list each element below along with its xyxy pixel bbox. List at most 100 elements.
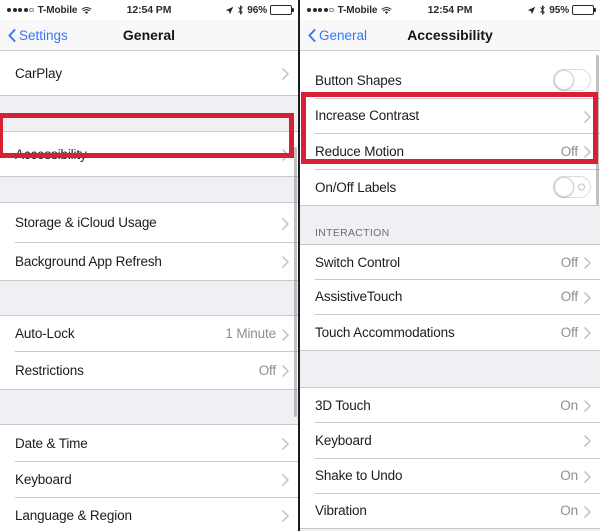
- chevron-right-icon: [584, 291, 591, 304]
- row-button-shapes[interactable]: Button Shapes: [300, 62, 600, 98]
- row-accessibility[interactable]: Accessibility: [0, 132, 298, 176]
- row-carplay[interactable]: CarPlay: [0, 51, 298, 95]
- chevron-right-icon: [584, 256, 591, 269]
- row-value: On: [560, 468, 578, 483]
- bluetooth-icon: [539, 5, 546, 15]
- row-date-time[interactable]: Date & Time: [0, 425, 298, 461]
- chevron-right-icon: [282, 437, 289, 450]
- chevron-left-icon: [8, 28, 16, 42]
- row-label: Date & Time: [15, 435, 88, 451]
- scrollbar-right[interactable]: [596, 55, 599, 205]
- row-auto-lock[interactable]: Auto-Lock 1 Minute: [0, 316, 298, 351]
- status-bar-left-cluster: T-Mobile: [7, 5, 92, 16]
- chevron-right-icon: [282, 67, 289, 80]
- bluetooth-icon: [237, 5, 244, 15]
- row-label: Shake to Undo: [315, 468, 403, 483]
- row-label: Auto-Lock: [15, 326, 75, 341]
- signal-strength-dots-icon: [307, 7, 334, 13]
- row-label: Background App Refresh: [15, 253, 162, 269]
- row-vibration[interactable]: Vibration On: [300, 493, 600, 528]
- location-arrow-icon: [527, 6, 536, 15]
- row-storage-icloud-usage[interactable]: Storage & iCloud Usage: [0, 203, 298, 242]
- row-label: Touch Accommodations: [315, 324, 455, 340]
- chevron-right-icon: [584, 470, 591, 483]
- back-button-general[interactable]: General: [308, 28, 367, 43]
- status-bar-right-cluster: 96%: [225, 5, 292, 16]
- section-gap: [0, 96, 298, 131]
- group-datetime: Date & Time Keyboard Language & Region: [0, 424, 298, 531]
- row-touch-accommodations[interactable]: Touch Accommodations Off: [300, 314, 600, 350]
- chevron-right-icon: [282, 364, 289, 377]
- row-label: Reduce Motion: [315, 143, 404, 159]
- row-3d-touch[interactable]: 3D Touch On: [300, 388, 600, 422]
- signal-strength-dots-icon: [7, 7, 34, 13]
- row-label: Increase Contrast: [315, 108, 419, 123]
- settings-list-right[interactable]: Button Shapes Increase Contrast Reduce M…: [300, 51, 600, 531]
- chevron-right-icon: [282, 328, 289, 341]
- chevron-left-icon: [308, 28, 316, 42]
- row-label: Keyboard: [15, 471, 72, 487]
- row-label: Vibration: [315, 503, 367, 518]
- chevron-right-icon: [584, 326, 591, 339]
- row-switch-control[interactable]: Switch Control Off: [300, 245, 600, 279]
- row-reduce-motion[interactable]: Reduce Motion Off: [300, 133, 600, 169]
- row-keyboard-accessibility[interactable]: Keyboard: [300, 422, 600, 458]
- toggle-on-off-labels[interactable]: [553, 176, 591, 198]
- settings-list-left[interactable]: CarPlay Accessibility Storage & iCloud U…: [0, 51, 298, 531]
- battery-icon: [572, 5, 594, 15]
- row-label: Storage & iCloud Usage: [15, 215, 157, 230]
- status-bar-right: T-Mobile 12:54 PM 95%: [300, 0, 600, 20]
- row-value: Off: [258, 362, 276, 378]
- row-label: On/Off Labels: [315, 179, 397, 195]
- section-gap: [0, 177, 298, 202]
- chevron-right-icon: [282, 473, 289, 486]
- group-carplay: CarPlay: [0, 51, 298, 96]
- row-value: Off: [560, 324, 578, 340]
- location-arrow-icon: [225, 6, 234, 15]
- row-label: CarPlay: [15, 65, 62, 81]
- row-background-app-refresh[interactable]: Background App Refresh: [0, 242, 298, 280]
- chevron-right-icon: [584, 505, 591, 518]
- section-gap: [0, 390, 298, 424]
- group-interaction: Switch Control Off AssistiveTouch Off To…: [300, 244, 600, 351]
- scrollbar-left[interactable]: [294, 147, 297, 417]
- group-accessibility: Accessibility: [0, 131, 298, 177]
- row-clipped-partial[interactable]: [300, 51, 600, 62]
- group-touch-interaction: 3D Touch On Keyboard Shake to Undo On Vi…: [300, 387, 600, 529]
- group-vision: Button Shapes Increase Contrast Reduce M…: [300, 51, 600, 206]
- row-label: Switch Control: [315, 254, 400, 270]
- wifi-icon: [81, 6, 92, 15]
- status-bar-right-cluster: 95%: [527, 5, 594, 16]
- row-on-off-labels[interactable]: On/Off Labels: [300, 169, 600, 205]
- row-keyboard[interactable]: Keyboard: [0, 461, 298, 497]
- left-phone-panel: T-Mobile 12:54 PM 96% Settings General C…: [0, 0, 298, 531]
- section-header-interaction: INTERACTION: [300, 206, 600, 244]
- row-value: On: [560, 503, 578, 518]
- row-restrictions[interactable]: Restrictions Off: [0, 351, 298, 389]
- row-label: Button Shapes: [315, 72, 402, 88]
- carrier-name: T-Mobile: [337, 4, 378, 16]
- row-label: Accessibility: [15, 146, 87, 162]
- group-storage: Storage & iCloud Usage Background App Re…: [0, 202, 298, 281]
- toggle-off-circle-icon: [578, 183, 585, 191]
- row-shake-to-undo[interactable]: Shake to Undo On: [300, 458, 600, 493]
- row-assistivetouch[interactable]: AssistiveTouch Off: [300, 279, 600, 314]
- status-bar-left: T-Mobile 12:54 PM 96%: [0, 0, 298, 20]
- row-language-region[interactable]: Language & Region: [0, 497, 298, 531]
- row-increase-contrast[interactable]: Increase Contrast: [300, 98, 600, 133]
- toggle-button-shapes[interactable]: [553, 69, 591, 91]
- chevron-right-icon: [584, 434, 591, 447]
- row-value: 1 Minute: [225, 326, 276, 341]
- row-label: Keyboard: [315, 432, 372, 448]
- group-autolock: Auto-Lock 1 Minute Restrictions Off: [0, 315, 298, 390]
- chevron-right-icon: [282, 509, 289, 522]
- back-button-settings[interactable]: Settings: [8, 28, 68, 43]
- row-label: Restrictions: [15, 362, 84, 378]
- chevron-right-icon: [584, 110, 591, 123]
- back-button-label: Settings: [19, 27, 68, 43]
- chevron-right-icon: [282, 217, 289, 230]
- row-label: AssistiveTouch: [315, 289, 403, 304]
- wifi-icon: [381, 6, 392, 15]
- chevron-right-icon: [584, 145, 591, 158]
- chevron-right-icon: [282, 255, 289, 268]
